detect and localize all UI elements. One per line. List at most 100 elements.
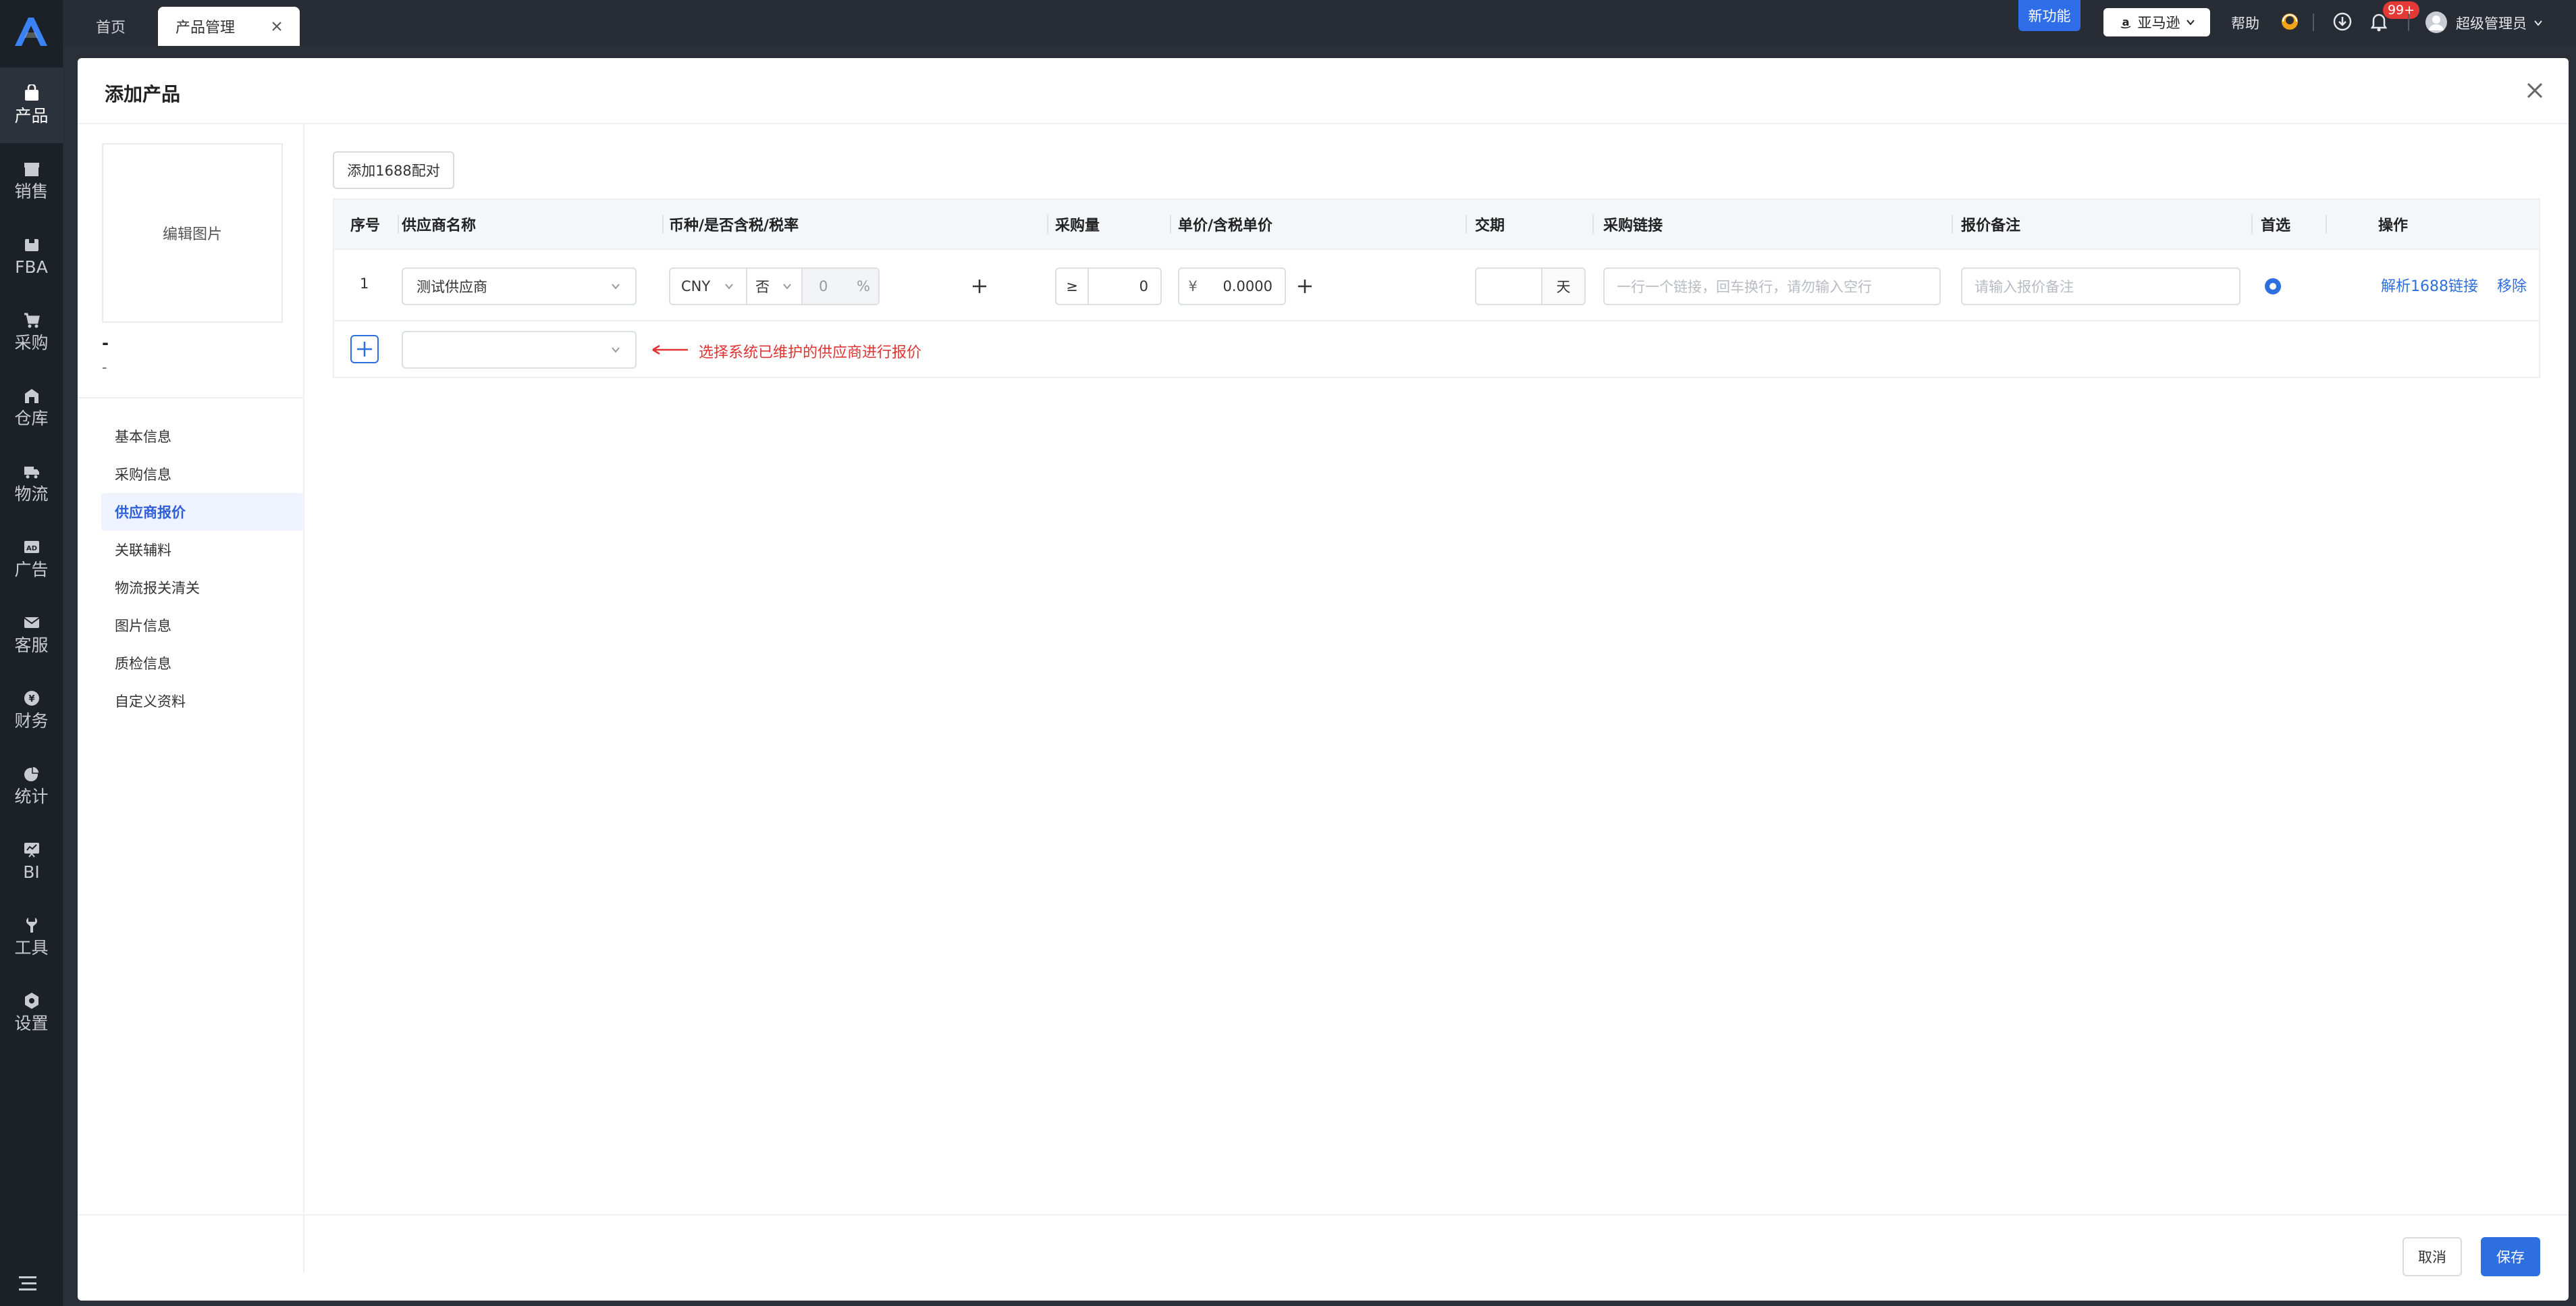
tab-label: 产品管理: [176, 20, 236, 36]
purchase-qty-input[interactable]: ≥ 0: [1055, 267, 1162, 305]
divider: [1170, 215, 1171, 234]
chevron-down-icon: [612, 347, 620, 353]
purchase-link-placeholder: 一行一个链接，回车换行，请勿输入空行: [1617, 279, 1872, 295]
edit-image-label: 编辑图片: [162, 226, 222, 243]
tax-rate-input[interactable]: 0 %: [803, 269, 878, 304]
add-product-modal: 添加产品 编辑图片 - - 基本信息 采购信息 供应商报价 关联辅料 物流报关清…: [78, 58, 2569, 1301]
store-icon: [24, 163, 39, 176]
menu-basic-info[interactable]: 基本信息: [101, 417, 304, 455]
row-index: 1: [360, 276, 369, 292]
menu-custom-data[interactable]: 自定义资料: [101, 682, 304, 720]
column-header: 报价备注: [1961, 217, 2021, 234]
download-icon[interactable]: [2332, 11, 2353, 32]
column-header: 序号: [350, 217, 381, 234]
sidebar-item-stats[interactable]: 统计: [0, 748, 63, 824]
sidebar-item-service[interactable]: 客服: [0, 597, 63, 673]
menu-image-info[interactable]: 图片信息: [101, 606, 304, 644]
gear-icon: [24, 993, 38, 1009]
pie-icon: [24, 766, 40, 781]
add-row-icon[interactable]: [350, 335, 379, 363]
sidebar-item-label: 工具: [14, 938, 49, 958]
qty-value: 0: [1139, 278, 1148, 294]
save-button[interactable]: 保存: [2481, 1237, 2540, 1276]
menu-related-materials[interactable]: 关联辅料: [101, 531, 304, 569]
tab-label: 首页: [96, 20, 126, 36]
sidebar: 产品 销售 FBA 采购 仓库 物流 AD 广告 客服 ¥ 财务 统计 BI 工…: [0, 0, 63, 1306]
currency-value: CNY: [681, 278, 711, 294]
tax-rate-value: 0: [819, 278, 828, 294]
parse-1688-link[interactable]: 解析1688链接: [2381, 274, 2478, 296]
column-header: 操作: [2378, 217, 2409, 234]
percent-suffix: %: [857, 278, 870, 294]
close-icon[interactable]: [2521, 77, 2548, 104]
supplier-select[interactable]: [402, 331, 637, 369]
table-row: 1 测试供应商 CNY 否 0 % ≥ 0 ¥ 0.0000 天 一行一个链接，…: [333, 250, 2540, 321]
sidebar-item-finance[interactable]: ¥ 财务: [0, 673, 63, 748]
menu-logistics-customs[interactable]: 物流报关清关: [101, 569, 304, 606]
marketplace-selector[interactable]: a 亚马逊: [2103, 8, 2210, 36]
divider: [1952, 215, 1953, 234]
price-value: 0.0000: [1223, 278, 1272, 294]
remove-link[interactable]: 移除: [2497, 274, 2527, 296]
add-1688-button[interactable]: 添加1688配对: [333, 151, 454, 189]
chevron-down-icon: [612, 284, 620, 290]
column-header: 首选: [2261, 217, 2291, 234]
close-icon[interactable]: [271, 21, 282, 32]
menu-qc-info[interactable]: 质检信息: [101, 644, 304, 682]
tab-home[interactable]: 首页: [78, 7, 143, 46]
box-icon: [24, 239, 38, 251]
sidebar-item-label: 统计: [14, 787, 49, 806]
sidebar-item-ads[interactable]: AD 广告: [0, 521, 63, 597]
unit-price-input[interactable]: ¥ 0.0000: [1178, 267, 1286, 305]
sidebar-item-bi[interactable]: BI: [0, 824, 63, 899]
sidebar-item-sales[interactable]: 销售: [0, 143, 63, 219]
sidebar-item-label: FBA: [15, 257, 48, 277]
product-name: -: [102, 334, 109, 352]
cancel-button[interactable]: 取消: [2403, 1237, 2462, 1276]
sidebar-item-logistics[interactable]: 物流: [0, 446, 63, 521]
quote-remark-placeholder: 请输入报价备注: [1975, 279, 2074, 295]
plus-icon[interactable]: [1297, 278, 1313, 294]
yen-icon: ¥: [24, 691, 39, 706]
tab-product-management[interactable]: 产品管理: [158, 7, 300, 46]
product-image-box[interactable]: 编辑图片: [102, 143, 283, 323]
preferred-radio[interactable]: [2263, 277, 2282, 296]
lead-time-input[interactable]: 天: [1475, 267, 1586, 305]
sidebar-item-fba[interactable]: FBA: [0, 219, 63, 294]
qty-prefix: ≥: [1056, 269, 1089, 304]
svg-text:¥: ¥: [28, 694, 34, 704]
user-menu[interactable]: 超级管理员: [2456, 12, 2543, 34]
menu-icon[interactable]: [19, 1275, 39, 1292]
plus-icon[interactable]: [971, 278, 988, 294]
app-logo-icon[interactable]: [12, 15, 50, 49]
quote-remark-input[interactable]: 请输入报价备注: [1961, 267, 2240, 305]
sidebar-item-product[interactable]: 产品: [0, 68, 63, 143]
arrow-left-icon: [652, 344, 688, 355]
avatar[interactable]: [2425, 11, 2448, 34]
menu-purchase-info[interactable]: 采购信息: [101, 455, 304, 493]
chevron-down-icon: [783, 284, 791, 290]
sidebar-item-settings[interactable]: 设置: [0, 975, 63, 1051]
sidebar-item-label: 仓库: [14, 409, 49, 428]
new-feature-badge[interactable]: 新功能: [2018, 0, 2081, 31]
sidebar-item-warehouse[interactable]: 仓库: [0, 370, 63, 446]
divider: [2408, 14, 2409, 31]
sidebar-item-purchase[interactable]: 采购: [0, 294, 63, 370]
purchase-link-textarea[interactable]: 一行一个链接，回车换行，请勿输入空行: [1603, 267, 1941, 305]
menu-supplier-quote[interactable]: 供应商报价: [101, 493, 304, 531]
tax-included-select[interactable]: 否: [747, 269, 803, 304]
supplier-select[interactable]: 测试供应商: [402, 267, 637, 305]
divider: [78, 1214, 2569, 1216]
sidebar-item-tools[interactable]: 工具: [0, 899, 63, 975]
support-icon[interactable]: [2279, 11, 2301, 32]
currency-select[interactable]: CNY: [670, 269, 747, 304]
supplier-value: 测试供应商: [417, 279, 487, 295]
sidebar-item-label: 广告: [14, 560, 49, 579]
column-header: 单价/含税单价: [1178, 217, 1273, 234]
sidebar-item-label: 财务: [14, 711, 49, 731]
svg-text:AD: AD: [26, 545, 36, 552]
help-link[interactable]: 帮助: [2231, 12, 2259, 34]
ad-icon: AD: [24, 541, 39, 553]
column-header: 采购链接: [1603, 217, 1663, 234]
divider: [2313, 14, 2314, 31]
